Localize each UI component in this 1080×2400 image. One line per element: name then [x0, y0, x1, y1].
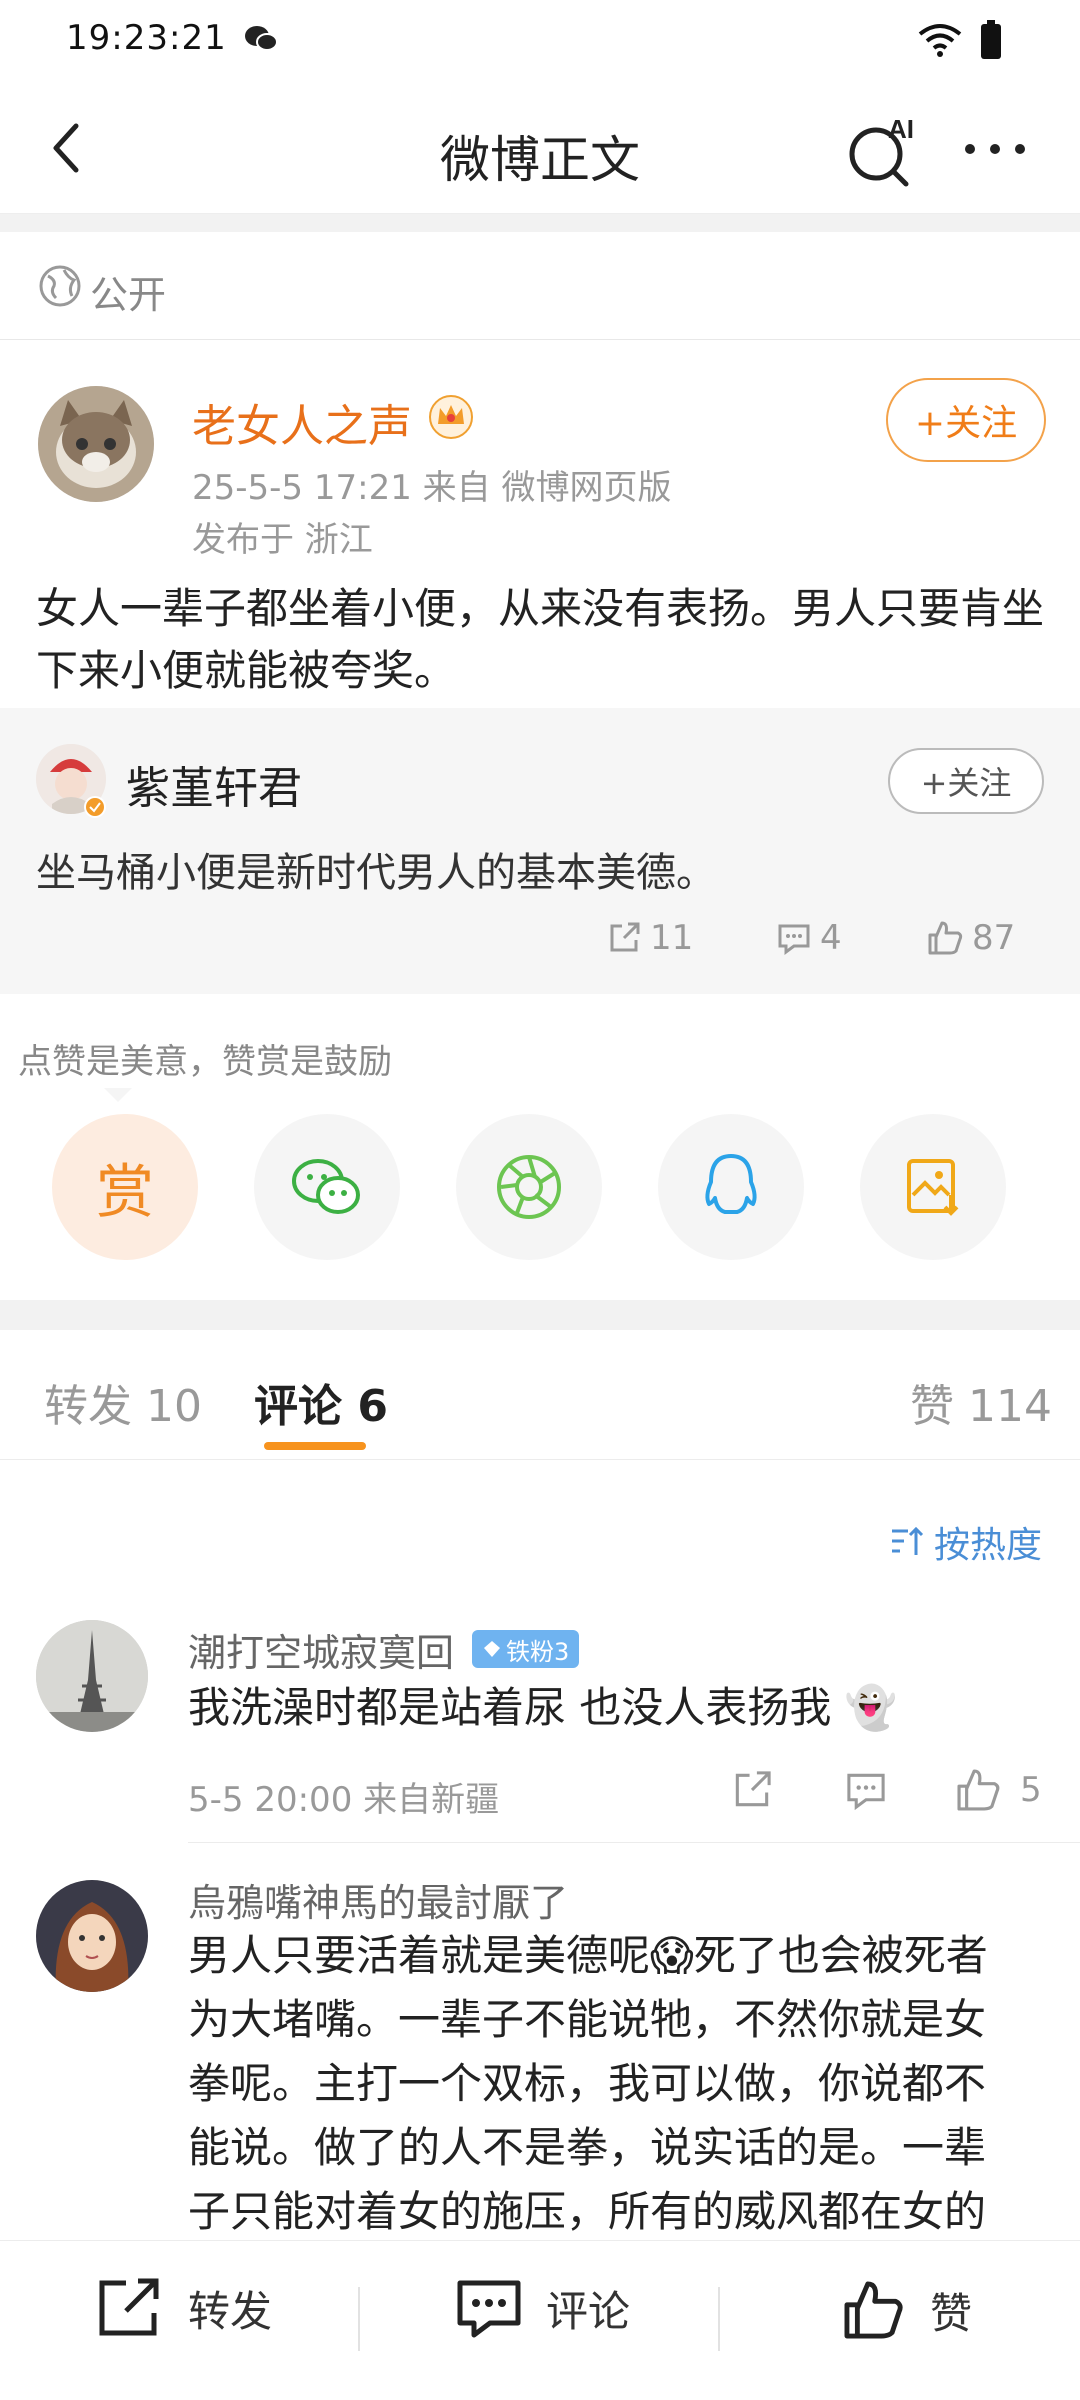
- diamond-icon: [484, 1641, 500, 1657]
- more-options-icon[interactable]: [960, 124, 1030, 174]
- tooltip-pointer: [104, 1088, 132, 1102]
- repost-comment-stat[interactable]: 4: [776, 918, 842, 958]
- wifi-icon: [918, 24, 962, 57]
- commenter-avatar[interactable]: [36, 1880, 148, 1992]
- commenter-avatar[interactable]: [36, 1620, 148, 1732]
- wechat-notification-icon: [245, 26, 278, 51]
- repost-stats: 11 4 87: [0, 918, 1080, 968]
- bottom-comment-button[interactable]: 评论: [456, 2277, 630, 2339]
- battery-icon: [981, 20, 1001, 59]
- bottom-action-bar: 转发 评论 赞: [0, 2240, 1080, 2400]
- share-qq-button[interactable]: [658, 1114, 804, 1260]
- sort-label: 按热度: [934, 1525, 1043, 1566]
- repost-comment-count: 4: [820, 918, 842, 958]
- comment-text-line: 男人只要活着就是美德呢😱死了也会被死者: [188, 1931, 988, 1980]
- repost-author-name[interactable]: 紫堇轩君: [126, 752, 302, 816]
- fan-badge: 铁粉3: [472, 1630, 580, 1668]
- status-bar: 19:23:21: [0, 0, 1080, 84]
- commenter-name[interactable]: 潮打空城寂寞回: [188, 1622, 454, 1677]
- author-avatar[interactable]: [38, 386, 154, 502]
- fan-badge-label: 铁粉3: [506, 1637, 570, 1666]
- active-tab-indicator: [264, 1442, 366, 1450]
- bottom-repost-button[interactable]: 转发: [96, 2277, 272, 2339]
- comment-like-icon[interactable]: [954, 1766, 1002, 1814]
- comment-text-line: 为大堵嘴。一辈子不能说牠，不然你就是女: [188, 1995, 987, 2044]
- section-divider-2: [0, 1300, 1080, 1330]
- comment-text-line: 子只能对着女的施压，所有的威风都在女的: [188, 2187, 987, 2236]
- repost-share-count: 11: [650, 918, 694, 958]
- tab-like[interactable]: 赞 114: [910, 1370, 1052, 1434]
- tab-repost[interactable]: 转发 10: [44, 1370, 202, 1434]
- comment-icon: [457, 2280, 521, 2338]
- verified-badge-icon: [84, 796, 106, 818]
- comment-like-count: 5: [1020, 1770, 1042, 1810]
- bottom-like-button[interactable]: 赞: [840, 2277, 972, 2343]
- repost-share-stat[interactable]: 11: [606, 918, 693, 958]
- comment-icon: [778, 924, 810, 955]
- reward-tip: 点赞是美意，赞赏是鼓励: [18, 1042, 392, 1082]
- repost-icon: [99, 2278, 159, 2336]
- section-divider: [0, 214, 1080, 232]
- comment-reply-icon[interactable]: [844, 1768, 888, 1812]
- qq-icon: [705, 1154, 757, 1214]
- reward-button[interactable]: 赏: [52, 1114, 198, 1260]
- thumbs-up-icon: [844, 2281, 903, 2339]
- repost-text: 坐马桶小便是新时代男人的基本美德。: [36, 850, 716, 896]
- follow-button[interactable]: +关注: [886, 378, 1046, 462]
- repost-follow-button[interactable]: +关注: [888, 748, 1044, 814]
- repost-like-stat[interactable]: 87: [926, 918, 1015, 958]
- sort-icon: [892, 1526, 924, 1555]
- tabs-row: 转发 10 评论 6 赞 114: [0, 1330, 1080, 1460]
- ai-search-icon[interactable]: AI: [842, 110, 922, 190]
- share-row: 赏: [0, 1114, 1080, 1264]
- comment-actions: 5: [730, 1766, 1042, 1814]
- visibility-row: 公开: [0, 232, 1080, 340]
- post-meta: 25-5-5 17:21 来自 微博网页版: [192, 468, 672, 508]
- ai-label: AI: [888, 114, 914, 144]
- comment-text: 我洗澡时都是站着尿 也没人表扬我 👻: [188, 1683, 897, 1732]
- comment-text-line: 拳呢。主打一个双标，我可以做，你说都不: [188, 2059, 987, 2108]
- visibility-label: 公开: [90, 273, 167, 317]
- bottom-separator: [358, 2287, 360, 2351]
- commenter-name[interactable]: 烏鴉嘴神馬的最討厭了: [188, 1872, 568, 1927]
- globe-icon: [39, 265, 81, 307]
- save-image-button[interactable]: [860, 1114, 1006, 1260]
- bottom-separator: [718, 2287, 720, 2351]
- share-wechat-button[interactable]: [254, 1114, 400, 1260]
- status-time: 19:23:21: [66, 18, 227, 58]
- repost-like-count: 87: [972, 918, 1016, 958]
- share-moments-button[interactable]: [456, 1114, 602, 1260]
- comment-meta: 5-5 20:00 来自新疆: [188, 1780, 500, 1820]
- moments-icon: [497, 1155, 561, 1219]
- image-download-icon: [907, 1159, 959, 1216]
- post-text: 女人一辈子都坐着小便，从来没有表扬。男人只要肯坐下来小便就能被夸奖。: [36, 584, 1045, 695]
- sort-button[interactable]: 按热度: [890, 1516, 1042, 1568]
- thumbs-up-icon: [928, 921, 963, 955]
- repost-card[interactable]: 紫堇轩君 +关注 坐马桶小便是新时代男人的基本美德。 11 4 87: [0, 708, 1080, 994]
- comment-text: 男人只要活着就是美德呢😱死了也会被死者 为大堵嘴。一辈子不能说牠，不然你就是女 …: [188, 1924, 988, 2244]
- wechat-icon: [292, 1159, 360, 1214]
- post-location: 发布于 浙江: [192, 520, 373, 560]
- author-name[interactable]: 老女人之声: [192, 390, 412, 454]
- nav-bar: 微博正文 AI: [0, 84, 1080, 214]
- bottom-comment-label: 评论: [546, 2286, 631, 2336]
- comment-share-icon[interactable]: [730, 1768, 774, 1812]
- crown-icon: [429, 395, 473, 439]
- status-icons: [918, 20, 1002, 60]
- share-icon: [610, 922, 640, 952]
- tab-comment[interactable]: 评论 6: [254, 1370, 388, 1434]
- bottom-repost-label: 转发: [188, 2286, 273, 2336]
- comment-text-line: 能说。做了的人不是拳，说实话的是。一辈: [188, 2123, 987, 2172]
- comment-divider: [188, 1842, 1080, 1843]
- bottom-like-label: 赞: [930, 2288, 973, 2338]
